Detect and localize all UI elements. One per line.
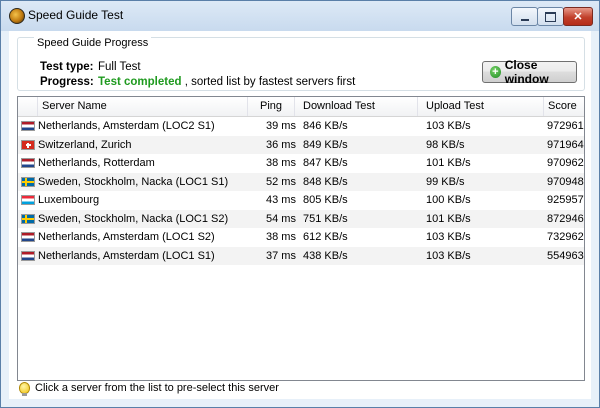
speed-guide-window: Speed Guide Test ✕ Speed Guide Progress … xyxy=(0,0,600,408)
title-bar[interactable]: Speed Guide Test ✕ xyxy=(1,1,599,31)
close-window-button[interactable]: + Close window xyxy=(482,58,577,86)
score-cell: 971964 xyxy=(547,138,584,151)
test-type-value: Full Test xyxy=(98,61,141,73)
server-name-cell: Netherlands, Amsterdam (LOC2 S1) xyxy=(38,120,215,132)
upload-cell: 101 KB/s xyxy=(426,157,471,169)
status-bar: Click a server from the list to pre-sele… xyxy=(17,381,583,399)
ping-cell: 37 ms xyxy=(266,249,296,262)
table-row[interactable]: Netherlands, Rotterdam 38 ms 847 KB/s 101 K… xyxy=(18,154,584,172)
header-flag-column[interactable] xyxy=(18,97,38,116)
flag-se-icon xyxy=(21,176,35,187)
progress-group-title: Speed Guide Progress xyxy=(34,37,152,49)
ping-cell: 39 ms xyxy=(266,120,296,132)
status-text: Click a server from the list to pre-sele… xyxy=(35,382,279,394)
download-cell: 805 KB/s xyxy=(303,194,348,206)
table-row[interactable]: Netherlands, Amsterdam (LOC1 S1) 37 ms 438… xyxy=(18,246,584,265)
table-row[interactable]: Sweden, Stockholm, Nacka (LOC1 S2) 54 ms 7… xyxy=(18,209,584,228)
upload-cell: 103 KB/s xyxy=(426,120,471,132)
score-cell: 554963 xyxy=(547,249,584,262)
upload-cell: 103 KB/s xyxy=(426,249,471,262)
ping-cell: 52 ms xyxy=(266,175,296,188)
server-name-cell: Netherlands, Rotterdam xyxy=(38,157,155,169)
lightbulb-icon xyxy=(19,382,30,396)
table-row[interactable]: Netherlands, Amsterdam (LOC2 S1) 39 ms 846… xyxy=(18,117,584,135)
server-name-cell: Netherlands, Amsterdam (LOC1 S2) xyxy=(38,231,215,243)
score-cell: 872946 xyxy=(547,212,584,225)
ping-cell: 54 ms xyxy=(266,212,296,225)
server-name-cell: Netherlands, Amsterdam (LOC1 S1) xyxy=(38,249,215,262)
maximize-button[interactable] xyxy=(537,7,564,26)
server-list[interactable]: Server Name Ping Download Test Upload Te… xyxy=(17,96,585,381)
table-row[interactable]: Netherlands, Amsterdam (LOC1 S2) 38 ms 612… xyxy=(18,228,584,246)
table-row[interactable]: Luxembourg 43 ms 805 KB/s 100 KB/s 925957 xyxy=(18,191,584,209)
header-server-name[interactable]: Server Name xyxy=(38,97,248,116)
upload-cell: 98 KB/s xyxy=(426,138,465,151)
table-row[interactable]: Switzerland, Zurich 36 ms 849 KB/s 98 KB/s 9… xyxy=(18,135,584,154)
flag-nl-icon xyxy=(21,121,35,131)
download-cell: 846 KB/s xyxy=(303,120,348,132)
ping-cell: 38 ms xyxy=(266,157,296,169)
header-ping[interactable]: Ping xyxy=(248,97,295,116)
maximize-icon xyxy=(545,11,556,22)
flag-lu-icon xyxy=(21,195,35,205)
progress-value: Test completed , sorted list by fastest … xyxy=(98,76,355,88)
flag-nl-icon xyxy=(21,158,35,168)
score-cell: 732962 xyxy=(547,231,584,243)
flag-se-icon xyxy=(21,213,35,224)
progress-note: , sorted list by fastest servers first xyxy=(181,76,356,88)
upload-cell: 100 KB/s xyxy=(426,194,471,206)
header-download-test[interactable]: Download Test xyxy=(295,97,418,116)
progress-status: Test completed xyxy=(98,76,182,88)
progress-group: Speed Guide Progress Test type: Full Tes… xyxy=(17,37,585,91)
plus-icon: + xyxy=(490,66,501,78)
app-icon xyxy=(9,8,25,24)
window-title: Speed Guide Test xyxy=(28,8,124,22)
ping-cell: 43 ms xyxy=(266,194,296,206)
download-cell: 848 KB/s xyxy=(303,175,348,188)
upload-cell: 103 KB/s xyxy=(426,231,471,243)
server-name-cell: Sweden, Stockholm, Nacka (LOC1 S2) xyxy=(38,212,229,225)
client-area: Speed Guide Progress Test type: Full Tes… xyxy=(9,31,591,399)
flag-nl-icon xyxy=(21,250,35,261)
server-name-cell: Sweden, Stockholm, Nacka (LOC1 S1) xyxy=(38,175,229,188)
minimize-icon xyxy=(520,18,529,21)
score-cell: 970948 xyxy=(547,175,584,188)
download-cell: 751 KB/s xyxy=(303,212,348,225)
upload-cell: 101 KB/s xyxy=(426,212,471,225)
progress-label: Progress: xyxy=(40,76,94,88)
ping-cell: 36 ms xyxy=(266,138,296,151)
download-cell: 847 KB/s xyxy=(303,157,348,169)
ping-cell: 38 ms xyxy=(266,231,296,243)
download-cell: 438 KB/s xyxy=(303,249,348,262)
upload-cell: 99 KB/s xyxy=(426,175,465,188)
header-upload-test[interactable]: Upload Test xyxy=(418,97,544,116)
minimize-button[interactable] xyxy=(511,7,538,26)
close-window-label: Close window xyxy=(504,58,549,86)
score-cell: 925957 xyxy=(547,194,584,206)
score-cell: 970962 xyxy=(547,157,584,169)
close-window-titlebar-button[interactable]: ✕ xyxy=(563,7,593,26)
close-icon: ✕ xyxy=(573,11,583,23)
list-header: Server Name Ping Download Test Upload Te… xyxy=(18,97,584,117)
server-name-cell: Luxembourg xyxy=(38,194,100,206)
download-cell: 849 KB/s xyxy=(303,138,348,151)
server-name-cell: Switzerland, Zurich xyxy=(38,138,132,151)
test-type-label: Test type: xyxy=(40,61,94,73)
flag-ch-icon xyxy=(21,139,35,150)
download-cell: 612 KB/s xyxy=(303,231,348,243)
table-row[interactable]: Sweden, Stockholm, Nacka (LOC1 S1) 52 ms 8… xyxy=(18,172,584,191)
score-cell: 972961 xyxy=(547,120,584,132)
flag-nl-icon xyxy=(21,232,35,242)
header-score[interactable]: Score xyxy=(544,97,584,116)
